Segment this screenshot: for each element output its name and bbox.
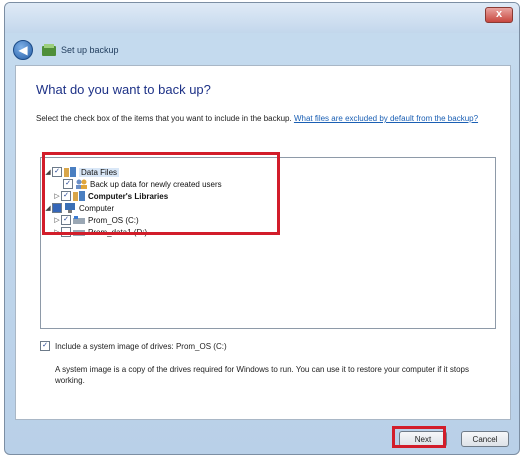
drive-icon (73, 216, 85, 224)
navigation-bar: ◀ Set up backup (13, 39, 119, 61)
tree-item-label: Prom_OS (C:) (88, 215, 139, 225)
close-button[interactable]: x (485, 7, 513, 23)
collapse-arrow-icon[interactable]: ◢ (44, 204, 52, 212)
expand-arrow-icon[interactable]: ▷ (53, 192, 61, 200)
page-heading: What do you want to back up? (36, 82, 211, 97)
data-files-checkbox[interactable]: ✓ (52, 167, 62, 177)
libraries-checkbox[interactable]: ✓ (61, 191, 71, 201)
computer-icon (65, 203, 75, 213)
new-users-checkbox[interactable]: ✓ (63, 179, 73, 189)
page-description: Select the check box of the items that y… (36, 113, 492, 125)
computer-checkbox[interactable] (52, 203, 62, 213)
tree-item-computer[interactable]: ◢ Computer (44, 202, 114, 214)
tree-item-label: Back up data for newly created users (90, 179, 222, 189)
excluded-files-link[interactable]: What files are excluded by default from … (294, 114, 478, 123)
tree-item-drive-d[interactable]: ▷ Prom_data1 (D:) (53, 226, 147, 238)
drive-icon (73, 230, 85, 236)
system-image-description: A system image is a copy of the drives r… (55, 365, 469, 385)
drive-c-checkbox[interactable]: ✓ (61, 215, 71, 225)
backup-icon (42, 44, 56, 56)
tree-item-data-files[interactable]: ◢ ✓ Data Files (44, 166, 120, 178)
next-button[interactable]: Next (399, 431, 447, 447)
back-button[interactable]: ◀ (13, 40, 33, 60)
setup-backup-window: x ◀ Set up backup What do you want to ba… (4, 2, 520, 455)
tree-item-label: Prom_data1 (D:) (88, 227, 148, 237)
wizard-content: What do you want to back up? Select the … (15, 65, 511, 420)
system-image-option[interactable]: ✓ Include a system image of drives: Prom… (40, 341, 227, 351)
libraries-icon (73, 191, 85, 201)
expand-arrow-icon[interactable]: ▷ (53, 228, 61, 236)
collapse-arrow-icon[interactable]: ◢ (44, 168, 52, 176)
tree-item-computers-libraries[interactable]: ▷ ✓ Computer's Libraries (53, 190, 168, 202)
tree-item-drive-c[interactable]: ▷ ✓ Prom_OS (C:) (53, 214, 139, 226)
tree-item-label: Computer (79, 203, 115, 213)
tree-item-new-users[interactable]: ✓ Back up data for newly created users (63, 178, 222, 190)
expand-arrow-icon[interactable]: ▷ (53, 216, 61, 224)
cancel-button[interactable]: Cancel (461, 431, 509, 447)
system-image-label: Include a system image of drives: Prom_O… (55, 341, 227, 351)
system-image-checkbox[interactable]: ✓ (40, 341, 50, 351)
users-icon (76, 179, 87, 189)
backup-items-tree[interactable]: ◢ ✓ Data Files ✓ Back up data for newly … (40, 157, 496, 329)
description-text: Select the check box of the items that y… (36, 114, 294, 123)
tree-item-label: Data Files (79, 167, 120, 177)
tree-item-label: Computer's Libraries (88, 191, 169, 201)
wizard-title: Set up backup (61, 45, 119, 55)
libraries-icon (64, 167, 76, 177)
title-bar[interactable] (5, 3, 519, 33)
drive-d-checkbox[interactable] (61, 227, 71, 237)
